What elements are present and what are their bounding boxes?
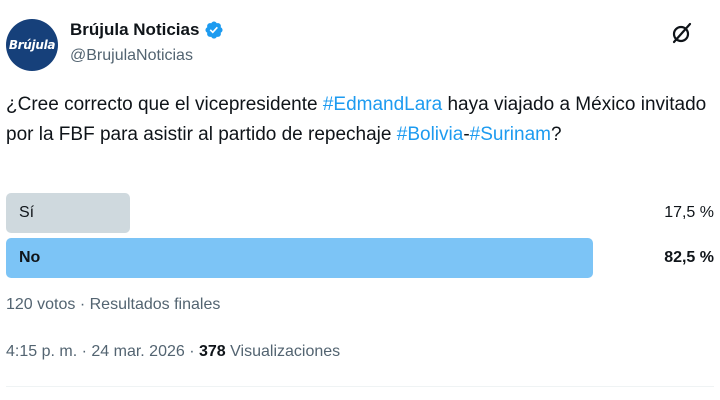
grok-icon[interactable] <box>670 21 694 45</box>
avatar-text: Brújula <box>8 38 56 52</box>
poll-option-si: Sí 17,5 % <box>6 193 714 233</box>
name-row: Brújula Noticias <box>70 20 224 40</box>
account-handle[interactable]: @BrujulaNoticias <box>70 47 193 65</box>
poll-option-no: No 82,5 % <box>6 238 714 278</box>
hashtag-surinam[interactable]: #Surinam <box>470 124 551 145</box>
hashtag-edmandlara[interactable]: #EdmandLara <box>323 94 442 115</box>
views-count[interactable]: 378 <box>199 343 226 360</box>
poll-option-percent-no: 82,5 % <box>664 249 714 266</box>
account-name[interactable]: Brújula Noticias <box>70 20 199 40</box>
tweet-header: Brújula Brújula Noticias @BrujulaNoticia… <box>6 14 714 74</box>
timestamp-date[interactable]: 24 mar. 2026 <box>91 343 184 360</box>
poll-option-label-si: Sí <box>19 204 35 221</box>
verified-badge-icon[interactable] <box>204 20 224 40</box>
tweet-timestamp: 4:15 p. m. · 24 mar. 2026 · 378 Visualiz… <box>6 343 340 361</box>
poll-status: Resultados finales <box>89 296 221 313</box>
hashtag-bolivia[interactable]: #Bolivia <box>397 124 464 145</box>
poll-option-percent-si: 17,5 % <box>664 204 714 221</box>
poll-meta: 120 votos · Resultados finales <box>6 296 220 314</box>
separator: · <box>75 296 90 313</box>
avatar[interactable]: Brújula <box>6 19 58 71</box>
tweet-text-part: ¿Cree correcto que el vicepresidente <box>6 94 323 115</box>
separator: · <box>184 343 199 360</box>
views-label: Visualizaciones <box>225 343 341 360</box>
tweet-text-part: ? <box>550 124 562 145</box>
poll-option-label-no: No <box>19 249 41 266</box>
separator: · <box>77 343 92 360</box>
poll-bar-no <box>6 238 593 278</box>
poll-votes: 120 votos <box>6 296 76 313</box>
tweet-text: ¿Cree correcto que el vicepresidente #Ed… <box>6 90 711 150</box>
divider <box>6 386 714 387</box>
timestamp-time[interactable]: 4:15 p. m. <box>6 343 77 360</box>
